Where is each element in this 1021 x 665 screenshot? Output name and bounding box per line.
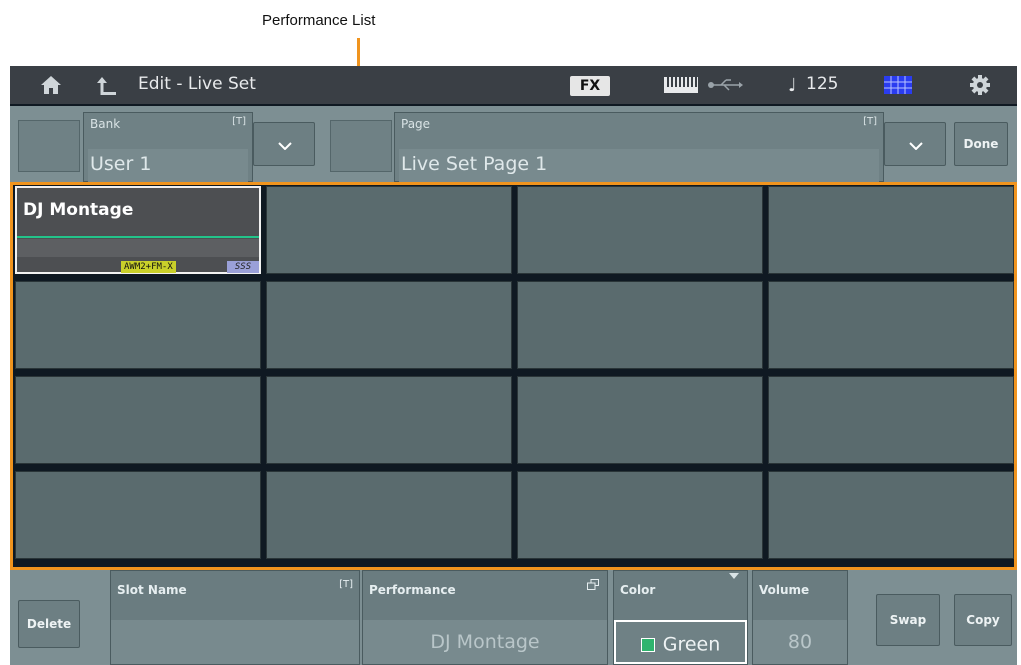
performance-list-annotation: Performance List [262, 12, 376, 29]
bank-label: Bank [90, 117, 121, 131]
done-button[interactable]: Done [954, 122, 1008, 166]
chevron-down-icon [909, 142, 923, 150]
volume-field[interactable]: Volume 80 [752, 570, 848, 665]
screen-title: Edit - Live Set [138, 74, 256, 94]
grid-icon[interactable] [884, 76, 912, 94]
text-input-mark: [T] [863, 116, 877, 127]
performance-list-highlight [10, 182, 1017, 570]
text-input-mark: [T] [339, 579, 353, 590]
keyboard-icon [664, 77, 698, 93]
bank-page-bar: Bank [T] User 1 Page [T] Live Set Page 1… [10, 106, 1017, 183]
volume-label: Volume [759, 583, 810, 597]
top-bar: Edit - Live Set FX ♩ 125 [10, 66, 1017, 104]
page-dropdown-button[interactable] [884, 122, 946, 166]
dropdown-triangle-icon [729, 573, 739, 579]
color-value: Green [662, 633, 721, 656]
page-select-area[interactable] [330, 120, 392, 172]
performance-label: Performance [369, 583, 456, 597]
popup-icon [587, 579, 599, 590]
slot-name-label: Slot Name [117, 583, 187, 597]
back-icon[interactable] [96, 76, 118, 96]
slot-name-value [111, 620, 359, 664]
performance-value: DJ Montage [363, 620, 607, 664]
chevron-down-icon [278, 142, 292, 150]
swap-button[interactable]: Swap [876, 594, 940, 646]
color-field[interactable]: Color Green [613, 570, 748, 665]
bank-field[interactable]: Bank [T] User 1 [83, 112, 253, 183]
note-icon: ♩ [788, 75, 797, 96]
home-icon[interactable] [40, 75, 62, 95]
bank-dropdown-button[interactable] [253, 122, 315, 166]
gear-icon[interactable] [970, 75, 990, 95]
page-label: Page [401, 117, 431, 131]
page-field[interactable]: Page [T] Live Set Page 1 [394, 112, 884, 183]
bank-select-area[interactable] [18, 120, 80, 172]
fx-button[interactable]: FX [570, 76, 610, 96]
page-value: Live Set Page 1 [399, 149, 879, 183]
usb-icon [708, 79, 743, 91]
text-input-mark: [T] [232, 116, 246, 127]
copy-button[interactable]: Copy [954, 594, 1012, 646]
performance-field[interactable]: Performance DJ Montage [362, 570, 608, 665]
slot-name-field[interactable]: Slot Name [T] [110, 570, 360, 665]
tempo-value[interactable]: 125 [806, 74, 838, 94]
bank-value: User 1 [88, 149, 248, 183]
color-label: Color [620, 583, 656, 597]
volume-value: 80 [753, 620, 847, 664]
color-value-box: Green [614, 620, 747, 664]
delete-button[interactable]: Delete [18, 600, 80, 648]
slot-settings-bar: Delete Slot Name [T] Performance DJ Mont… [10, 568, 1017, 665]
color-swatch [640, 637, 655, 652]
